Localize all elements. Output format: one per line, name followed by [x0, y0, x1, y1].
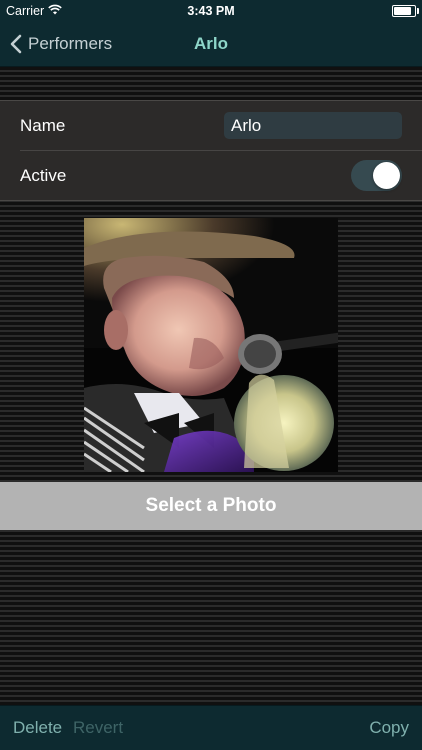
revert-button[interactable]: Revert: [73, 706, 123, 750]
navigation-bar: Performers Arlo: [0, 22, 422, 67]
name-label: Name: [20, 115, 66, 135]
page-title: Arlo: [194, 34, 228, 53]
active-label: Active: [20, 165, 67, 185]
name-field[interactable]: [224, 112, 402, 139]
bottom-toolbar: Delete Revert Copy: [0, 705, 422, 750]
performer-photo: [84, 218, 338, 472]
active-row: Active: [20, 151, 422, 200]
status-time: 3:43 PM: [187, 4, 235, 18]
name-row: Name: [20, 101, 422, 151]
toggle-knob: [373, 162, 400, 189]
select-photo-button[interactable]: Select a Photo: [0, 482, 422, 530]
battery-level: [394, 7, 412, 15]
active-toggle[interactable]: [351, 160, 402, 191]
delete-button[interactable]: Delete: [13, 706, 62, 750]
performer-photo-image: [84, 218, 338, 472]
status-bar: Carrier 3:43 PM: [0, 0, 422, 22]
copy-button[interactable]: Copy: [369, 706, 409, 750]
battery-icon: [392, 5, 419, 17]
performer-form: Name Active: [0, 100, 422, 201]
